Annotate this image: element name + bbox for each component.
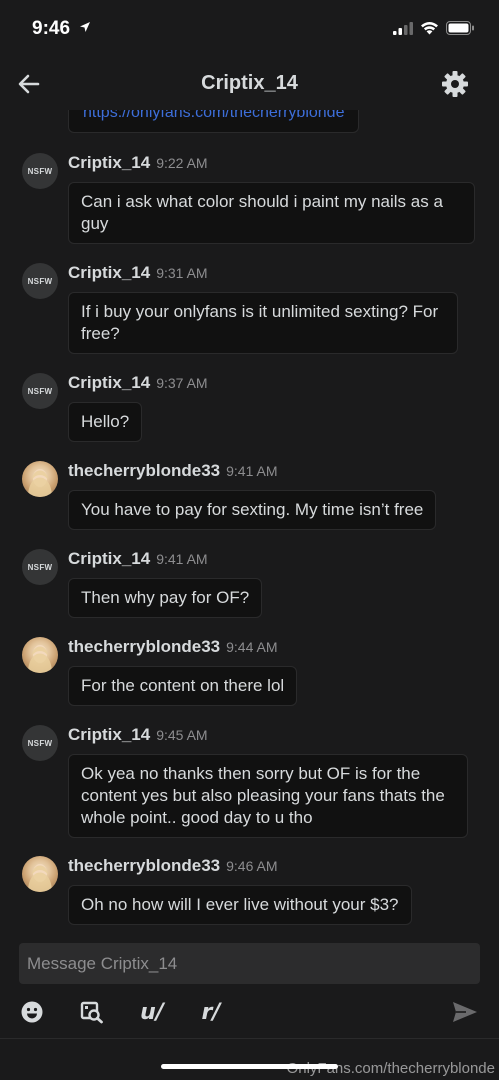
signal-icon bbox=[393, 21, 413, 40]
message-username[interactable]: thecherryblonde33 bbox=[68, 461, 220, 480]
watermark: OnlyFans.com/thecherryblonde bbox=[286, 1060, 495, 1077]
message-time: 9:44 AM bbox=[226, 639, 278, 655]
status-time: 9:46 bbox=[32, 18, 71, 39]
message-username[interactable]: Criptix_14 bbox=[68, 263, 150, 282]
status-bar: 9:46 bbox=[0, 0, 499, 58]
message-time: 9:45 AM bbox=[156, 727, 208, 743]
message-time: 9:22 AM bbox=[156, 155, 208, 171]
message-bubble: For the content on there lol bbox=[68, 666, 298, 706]
composer-toolbar: u/ r/ bbox=[0, 996, 499, 1028]
message-bubble: You have to pay for sexting. My time isn… bbox=[68, 490, 437, 530]
divider bbox=[0, 1038, 499, 1039]
nsfw-avatar[interactable]: NSFW bbox=[22, 725, 58, 761]
user-avatar-photo[interactable] bbox=[22, 637, 58, 673]
user-mention-button[interactable]: u/ bbox=[135, 996, 169, 1028]
user-avatar-photo[interactable] bbox=[22, 856, 58, 892]
send-icon[interactable] bbox=[451, 996, 479, 1028]
message-bubble: If i buy your onlyfans is it unlimited s… bbox=[68, 292, 458, 354]
user-avatar-photo[interactable] bbox=[22, 461, 58, 497]
emoji-icon[interactable] bbox=[19, 996, 45, 1028]
chat-header: Criptix_14 bbox=[0, 58, 499, 110]
nsfw-avatar[interactable]: NSFW bbox=[22, 549, 58, 585]
location-arrow-icon bbox=[79, 20, 91, 38]
message-time: 9:41 AM bbox=[156, 551, 208, 567]
message-bubble: Can i ask what color should i paint my n… bbox=[68, 182, 475, 244]
message-bubble: Oh no how will I ever live without your … bbox=[68, 885, 412, 925]
gear-icon[interactable] bbox=[441, 70, 469, 98]
wifi-icon bbox=[420, 21, 439, 40]
message-username[interactable]: Criptix_14 bbox=[68, 725, 150, 744]
message-bubble: Then why pay for OF? bbox=[68, 578, 263, 618]
message-username[interactable]: thecherryblonde33 bbox=[68, 637, 220, 656]
nsfw-avatar[interactable]: NSFW bbox=[22, 373, 58, 409]
nsfw-avatar[interactable]: NSFW bbox=[22, 153, 58, 189]
battery-icon bbox=[446, 21, 475, 40]
message-username[interactable]: Criptix_14 bbox=[68, 373, 150, 392]
message-input[interactable]: Message Criptix_14 bbox=[19, 943, 480, 984]
message-username[interactable]: thecherryblonde33 bbox=[68, 856, 220, 875]
message-bubble: Hello? bbox=[68, 402, 143, 442]
message-time: 9:31 AM bbox=[156, 265, 208, 281]
chat-title: Criptix_14 bbox=[201, 72, 298, 94]
message-time: 9:37 AM bbox=[156, 375, 208, 391]
image-search-icon[interactable] bbox=[79, 996, 105, 1028]
message-username[interactable]: Criptix_14 bbox=[68, 549, 150, 568]
subreddit-mention-button[interactable]: r/ bbox=[196, 996, 226, 1028]
message-bubble: Ok yea no thanks then sorry but OF is fo… bbox=[68, 754, 468, 838]
nsfw-avatar[interactable]: NSFW bbox=[22, 263, 58, 299]
message-username[interactable]: Criptix_14 bbox=[68, 153, 150, 172]
message-time: 9:46 AM bbox=[226, 858, 278, 874]
message-time: 9:41 AM bbox=[226, 463, 278, 479]
